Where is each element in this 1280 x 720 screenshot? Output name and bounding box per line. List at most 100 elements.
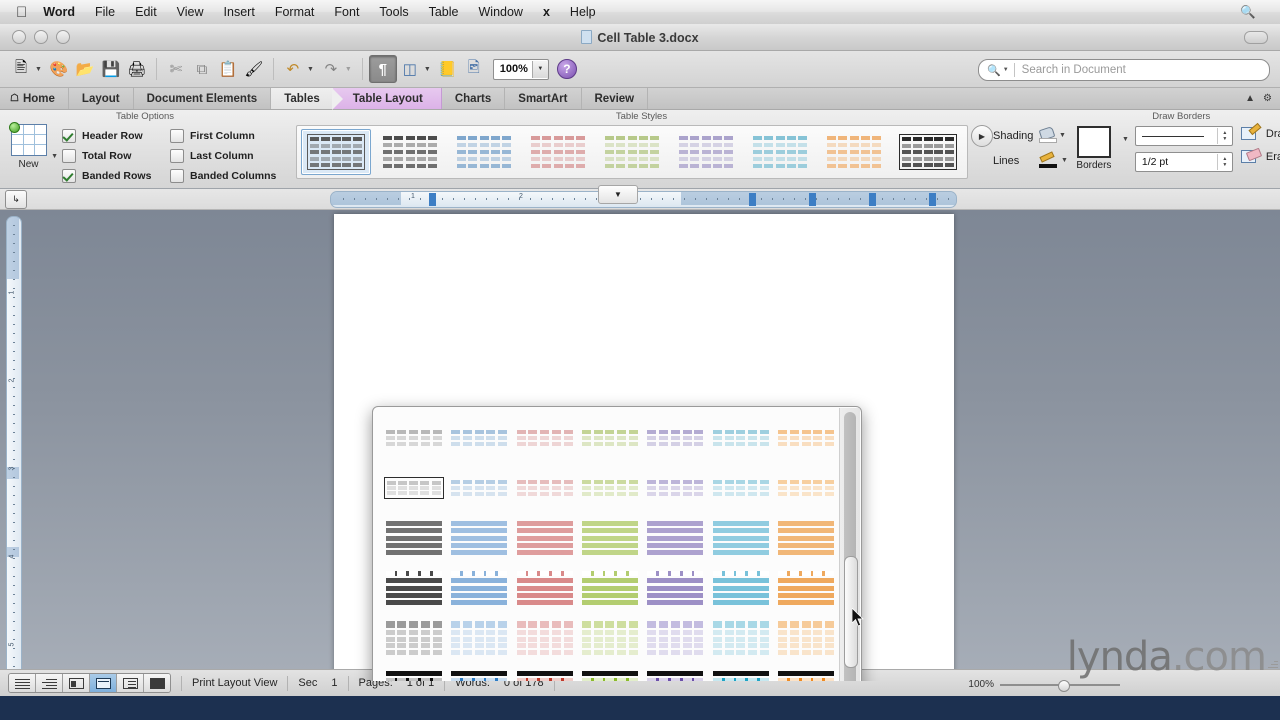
open-icon[interactable]: 📂 [72,56,98,82]
table-style-swatch-light-shading-red[interactable] [523,129,593,175]
table-style-swatch-light-shading-blue[interactable] [449,129,519,175]
zoom-chevron-down-icon[interactable]: ▼ [531,60,548,78]
script-menu-icon[interactable]: x [543,5,550,19]
new-table-button[interactable]: New [0,122,49,188]
draft-view-button[interactable] [9,674,36,692]
pen-icon[interactable] [1039,151,1058,168]
gallery-style-option[interactable] [381,669,446,681]
gallery-style-option[interactable] [708,569,773,607]
table-column-marker[interactable] [929,193,936,206]
close-button[interactable] [12,30,26,44]
cut-icon[interactable]: ✄ [163,56,189,82]
gallery-style-option[interactable] [512,477,577,499]
sidebar-chevron-down-icon[interactable]: ▼ [424,66,431,73]
borders-chevron-down-icon[interactable]: ▼ [1122,136,1129,143]
publishing-view-button[interactable] [63,674,90,692]
gallery-style-option[interactable] [381,519,446,557]
gallery-style-option[interactable] [643,427,708,449]
gallery-style-option[interactable] [381,569,446,607]
copy-icon[interactable]: ⧉ [189,56,215,82]
gallery-style-option[interactable] [643,619,708,657]
shading-chevron-down-icon[interactable]: ▼ [1059,132,1066,139]
banded-rows-checkbox-icon[interactable] [62,169,76,183]
media-browser-icon[interactable]: 🖻 [461,56,487,82]
gallery-style-option[interactable] [643,519,708,557]
tab-charts[interactable]: Charts [442,88,506,109]
tab-home[interactable]: ☖ Home [0,88,69,109]
lines-chevron-down-icon[interactable]: ▼ [1061,157,1068,164]
new-table-chevron-down-icon[interactable]: ▼ [51,153,58,160]
tab-document-elements[interactable]: Document Elements [134,88,272,109]
new-document-chevron-down-icon[interactable]: ▼ [35,66,42,73]
new-from-template-icon[interactable]: 🎨 [46,56,72,82]
table-column-marker[interactable] [869,193,876,206]
tab-tables[interactable]: Tables [271,88,333,109]
gallery-style-option[interactable] [577,669,642,681]
save-icon[interactable]: 💾 [98,56,124,82]
toolbar-toggle-button[interactable] [1244,31,1268,44]
menu-item-window[interactable]: Window [479,5,523,19]
indent-marker[interactable] [429,193,436,206]
minimize-button[interactable] [34,30,48,44]
format-painter-icon[interactable]: 🖌 [241,56,267,82]
sidebar-icon[interactable]: ◫ [397,56,423,82]
gallery-style-option[interactable] [708,427,773,449]
table-styles-gallery-popup[interactable]: ▲ ▼ [372,406,862,681]
table-style-swatch-light-shading-dark[interactable] [375,129,445,175]
gallery-style-option[interactable] [381,427,446,449]
tab-stop-icon[interactable]: ↳ [5,189,27,209]
checkbox-banded-rows[interactable]: Banded Rows [62,169,170,183]
gear-icon[interactable]: ⚙ [1263,93,1272,104]
last-column-checkbox-icon[interactable] [170,149,184,163]
tab-smartart[interactable]: SmartArt [505,88,582,109]
gallery-style-option[interactable] [512,619,577,657]
lines-control[interactable]: Lines ▼ [993,151,1068,168]
table-style-swatch-light-shading-orange[interactable] [819,129,889,175]
gallery-style-option[interactable] [643,477,708,499]
zoom-status-control[interactable]: 100% [968,679,1120,692]
more-styles-icon[interactable]: ▶ [971,125,993,147]
erase-button[interactable]: Erase [1240,147,1280,165]
redo-icon[interactable]: ↷ [318,56,344,82]
table-style-swatch-light-shading-green[interactable] [597,129,667,175]
table-style-swatch-light-shading-teal[interactable] [745,129,815,175]
horizontal-ruler[interactable]: 123 [330,191,957,208]
table-style-swatch-light-shading-purple[interactable] [671,129,741,175]
vertical-ruler[interactable]: 12345 [6,216,22,676]
help-button[interactable]: ? [556,59,577,79]
gallery-style-option[interactable] [774,427,839,449]
gallery-dropdown-chevron-down-icon[interactable]: ▼ [598,185,638,204]
undo-icon[interactable]: ↶ [280,56,306,82]
checkbox-total-row[interactable]: Total Row [62,149,170,163]
gallery-style-option[interactable] [446,427,511,449]
line-style-stepper-arrows[interactable]: ▲ ▼ [1216,128,1232,144]
table-styles-gallery[interactable] [296,125,968,179]
table-style-swatch-plain-table-grid[interactable] [301,129,371,175]
menu-item-edit[interactable]: Edit [135,5,157,19]
print-layout-view-button[interactable] [90,674,117,692]
menu-item-font[interactable]: Font [334,5,359,19]
chevron-up-icon[interactable]: ▲ [1245,93,1255,104]
gallery-style-option[interactable] [446,669,511,681]
checkbox-header-row[interactable]: Header Row [62,129,170,143]
paste-icon[interactable]: 📋 [215,56,241,82]
gallery-style-option[interactable] [381,477,446,499]
paint-bucket-icon[interactable] [1038,126,1057,143]
new-document-icon[interactable]: 🖹 [8,56,34,82]
line-style-stepper[interactable]: ▲ ▼ [1134,126,1233,146]
gallery-grid[interactable] [373,407,839,681]
gallery-style-option[interactable] [381,619,446,657]
apple-menu-icon[interactable]:  [16,5,27,20]
gallery-style-option[interactable] [512,519,577,557]
tab-table-layout[interactable]: Table Layout [331,88,442,110]
menu-item-word[interactable]: Word [43,5,75,19]
gallery-style-option[interactable] [446,569,511,607]
gallery-style-option[interactable] [774,669,839,681]
gallery-style-option[interactable] [512,427,577,449]
gallery-style-option[interactable] [774,519,839,557]
table-style-swatch-medium-shading-dark[interactable] [893,129,963,175]
gallery-style-option[interactable] [708,519,773,557]
borders-button[interactable]: Borders [1068,126,1120,171]
undo-chevron-down-icon[interactable]: ▼ [307,66,314,73]
total-row-checkbox-icon[interactable] [62,149,76,163]
